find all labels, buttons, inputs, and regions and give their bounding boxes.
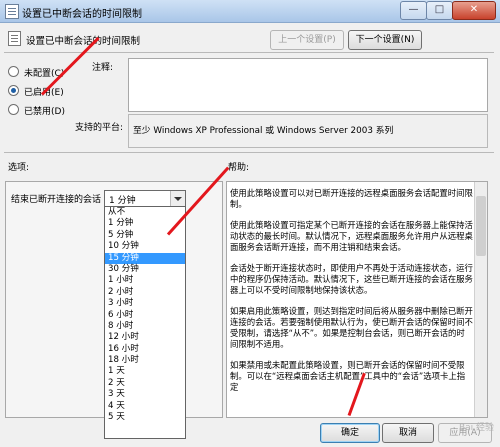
disabled-radio[interactable] <box>8 104 19 115</box>
minimize-button[interactable]: — <box>400 1 427 20</box>
ok-button[interactable]: 确定 <box>320 423 380 443</box>
help-paragraph: 如果禁用或未配置此策略设置，则已断开会话的保留时间不受限制。可以在“远程桌面会话… <box>230 360 466 392</box>
dropdown-option[interactable]: 6 小时 <box>105 310 185 321</box>
time-limit-combobox[interactable]: 1 分钟 <box>104 190 186 207</box>
platform-label: 支持的平台: <box>75 123 124 133</box>
dropdown-option[interactable]: 1 小时 <box>105 275 185 286</box>
cancel-button[interactable]: 取消 <box>382 423 434 443</box>
maximize-button[interactable]: □ <box>426 1 453 20</box>
dropdown-option[interactable]: 8 小时 <box>105 321 185 332</box>
chevron-down-icon[interactable] <box>170 191 185 206</box>
help-label: 帮助: <box>228 163 250 173</box>
watermark-text: Bai 经验 <box>458 423 494 433</box>
window-titlebar: 设置已中断会话的时间限制 — □ ✕ <box>0 0 500 23</box>
dropdown-option[interactable]: 5 分钟 <box>105 230 185 241</box>
platform-value: 至少 Windows XP Professional 或 Windows Ser… <box>133 126 394 136</box>
comment-textarea[interactable] <box>128 58 488 112</box>
dropdown-option[interactable]: 18 小时 <box>105 355 185 366</box>
dropdown-option-highlighted[interactable]: 15 分钟 <box>105 252 185 264</box>
enabled-radio[interactable] <box>8 85 19 96</box>
help-paragraph: 会话处于断开连接状态时，即使用户不再处于活动连接状态，运行中的程序仍保持活动。默… <box>230 263 473 295</box>
dropdown-option[interactable]: 2 天 <box>105 378 185 389</box>
scrollbar-thumb[interactable] <box>476 196 486 256</box>
combobox-selected-value: 1 分钟 <box>109 196 136 206</box>
help-scrollbar[interactable] <box>474 182 487 417</box>
help-textbox: 使用此策略设置可以对已断开连接的远程桌面服务会话配置时间限制。 使用此策略设置可… <box>226 181 488 418</box>
comment-label: 注释: <box>92 63 114 73</box>
end-disconnected-session-label: 结束已断开连接的会话 <box>11 195 102 205</box>
dropdown-option[interactable]: 1 天 <box>105 366 185 377</box>
not-configured-radio[interactable] <box>8 66 19 77</box>
header-divider <box>4 52 494 53</box>
help-paragraph: 如果启用此策略设置，则达到指定时间后将从服务器中删除已断开连接的会话。若要强制使… <box>230 306 473 349</box>
disabled-label: 已禁用(D) <box>24 107 65 117</box>
dropdown-option[interactable]: 2 小时 <box>105 287 185 298</box>
next-setting-button[interactable]: 下一个设置(N) <box>348 30 422 50</box>
policy-window-icon <box>5 4 19 19</box>
policy-title: 设置已中断会话的时间限制 <box>26 36 141 47</box>
policy-setting-icon <box>8 31 21 46</box>
window-title: 设置已中断会话的时间限制 <box>22 9 142 20</box>
dropdown-option[interactable]: 3 天 <box>105 389 185 400</box>
dropdown-option[interactable]: 12 小时 <box>105 332 185 343</box>
help-paragraph: 使用此策略设置可指定某个已断开连接的会话在服务器上能保持活动状态的最长时间。默认… <box>230 220 473 252</box>
previous-setting-button[interactable]: 上一个设置(P) <box>270 30 344 50</box>
dropdown-option[interactable]: 4 天 <box>105 401 185 412</box>
help-paragraph: 使用此策略设置可以对已断开连接的远程桌面服务会话配置时间限制。 <box>230 188 473 209</box>
section-divider <box>4 152 494 153</box>
platform-box: 至少 Windows XP Professional 或 Windows Ser… <box>128 114 488 148</box>
options-label: 选项: <box>8 163 30 173</box>
dropdown-option[interactable]: 5 天 <box>105 412 185 423</box>
dropdown-option[interactable]: 30 分钟 <box>105 264 185 275</box>
dropdown-option[interactable]: 16 小时 <box>105 344 185 355</box>
dropdown-option[interactable]: 从不 <box>105 207 185 218</box>
close-button[interactable]: ✕ <box>452 1 496 20</box>
dropdown-option[interactable]: 3 小时 <box>105 298 185 309</box>
dropdown-option[interactable]: 10 分钟 <box>105 241 185 252</box>
time-limit-dropdown: 从不 1 分钟 5 分钟 10 分钟 15 分钟 30 分钟 1 小时 2 小时… <box>104 206 186 439</box>
